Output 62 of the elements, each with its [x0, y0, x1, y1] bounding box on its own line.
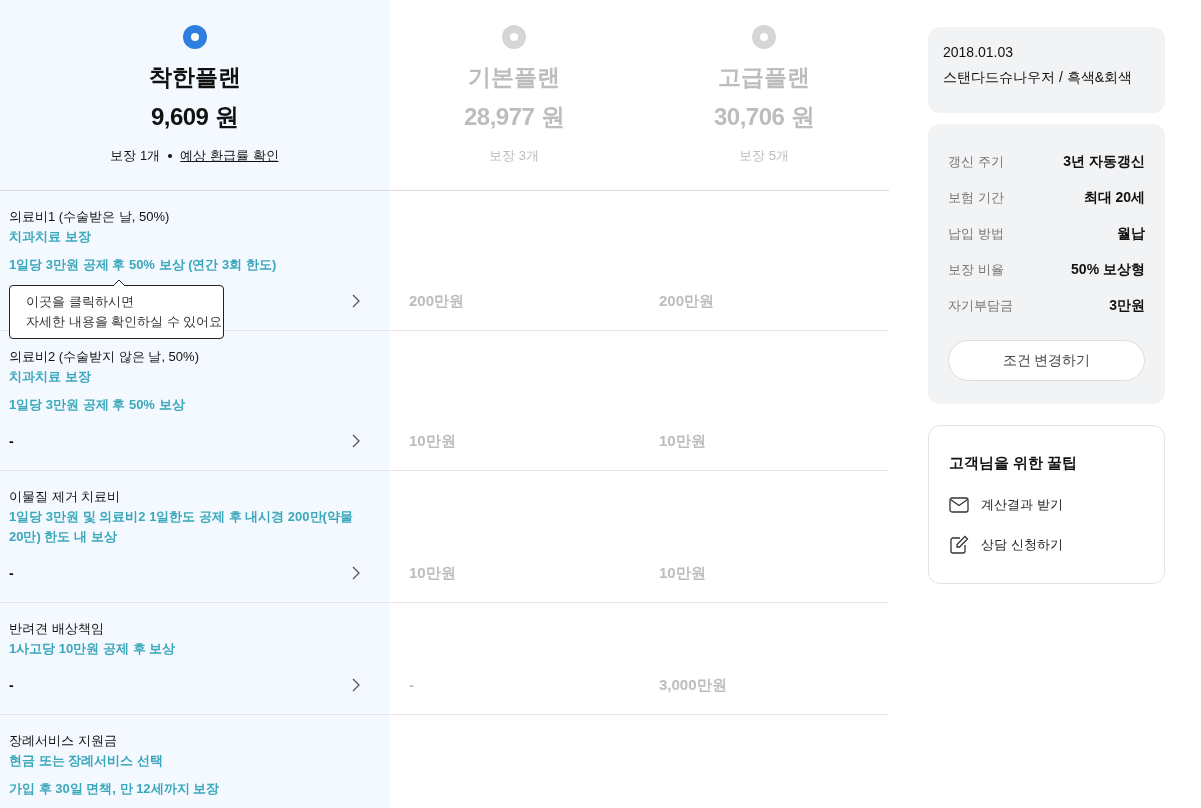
- plan-value: 10만원: [409, 431, 456, 451]
- plan-name: 기본플랜: [468, 63, 560, 92]
- coverage-value: -: [9, 433, 14, 449]
- chevron-right-icon[interactable]: [352, 434, 360, 448]
- refund-rate-link[interactable]: 예상 환급률 확인: [180, 147, 279, 165]
- plan-value: 10만원: [659, 563, 706, 583]
- coverage-description: 현금 또는 장례서비스 선택: [9, 752, 163, 770]
- chevron-right-icon[interactable]: [352, 566, 360, 580]
- condition-label: 보장 비율: [948, 261, 1004, 279]
- coverage-description: 1사고당 10만원 공제 후 보상: [9, 640, 176, 658]
- coverage-description: 치과치료 보장: [9, 228, 91, 246]
- radio-button[interactable]: [752, 25, 776, 49]
- bullet-icon: [168, 154, 173, 158]
- condition-label: 납입 방법: [948, 225, 1004, 243]
- condition-value: 3만원: [1109, 297, 1145, 315]
- coverage-description: 1일당 3만원 및 의료비2 1일한도 공제 후 내시경 200만(약물 20만) 한도 내 보상: [9, 508, 354, 546]
- coverage-description: 치과치료 보장: [9, 368, 91, 386]
- condition-value: 3년 자동갱신: [1063, 153, 1145, 171]
- coverage-name: 반려견 배상책임: [9, 620, 104, 638]
- coverage-detail: 1일당 3만원 공제 후 50% 보상: [9, 396, 185, 414]
- coverage-name: 의료비1 (수술받은 날, 50%): [9, 208, 170, 226]
- condition-value: 최대 20세: [1083, 189, 1145, 207]
- condition-value: 월납: [1117, 225, 1145, 243]
- plan-price: 28,977 원: [463, 102, 565, 132]
- birth-date: 2018.01.03: [943, 44, 1015, 60]
- condition-label: 자기부담금: [948, 297, 1013, 315]
- tips-title: 고객님을 위한 꿀팁: [949, 454, 1079, 473]
- coverage-value: -: [9, 565, 14, 581]
- plan-value: 200만원: [659, 291, 715, 311]
- edit-icon: [949, 535, 969, 555]
- plan-price: 9,609 원: [150, 102, 239, 132]
- tooltip: 이곳을 클릭하시면 자세한 내용을 확인하실 수 있어요: [9, 285, 224, 339]
- tip-link[interactable]: 상담 신청하기: [981, 536, 1063, 554]
- pet-breed: 스탠다드슈나우저 / 흑색&회색: [943, 69, 1133, 87]
- condition-label: 갱신 주기: [948, 153, 1004, 171]
- coverage-name: 의료비2 (수술받지 않은 날, 50%): [9, 348, 199, 366]
- coverage-name: 이물질 제거 치료비: [9, 488, 121, 506]
- chevron-right-icon[interactable]: [352, 294, 360, 308]
- tip-link[interactable]: 계산결과 받기: [981, 496, 1063, 514]
- coverage-detail: 가입 후 30일 면책, 만 12세까지 보장: [9, 780, 220, 798]
- plan-name: 고급플랜: [718, 63, 810, 92]
- plan-name: 착한플랜: [148, 63, 241, 92]
- coverage-name: 장례서비스 지원금: [9, 732, 117, 750]
- coverage-count: 보장 5개: [739, 147, 789, 165]
- condition-label: 보험 기간: [948, 189, 1004, 207]
- tooltip-pointer-icon: [113, 279, 125, 286]
- change-conditions-button[interactable]: 조건 변경하기: [948, 340, 1145, 381]
- plan-value: 200만원: [409, 291, 465, 311]
- mail-icon: [949, 497, 969, 513]
- plan-value: 10만원: [659, 431, 706, 451]
- chevron-right-icon[interactable]: [352, 678, 360, 692]
- radio-button[interactable]: [502, 25, 526, 49]
- radio-button[interactable]: [182, 25, 207, 49]
- coverage-detail: 1일당 3만원 공제 후 50% 보상 (연간 3회 한도): [9, 256, 277, 274]
- plan-value: 10만원: [409, 563, 456, 583]
- coverage-value: -: [9, 677, 14, 693]
- coverage-count: 보장 1개: [110, 147, 161, 165]
- plan-value: -: [409, 675, 414, 695]
- plan-value: 3,000만원: [659, 675, 727, 695]
- plan-price: 30,706 원: [713, 102, 815, 132]
- condition-value: 50% 보상형: [1071, 261, 1145, 279]
- coverage-count: 보장 3개: [489, 147, 539, 165]
